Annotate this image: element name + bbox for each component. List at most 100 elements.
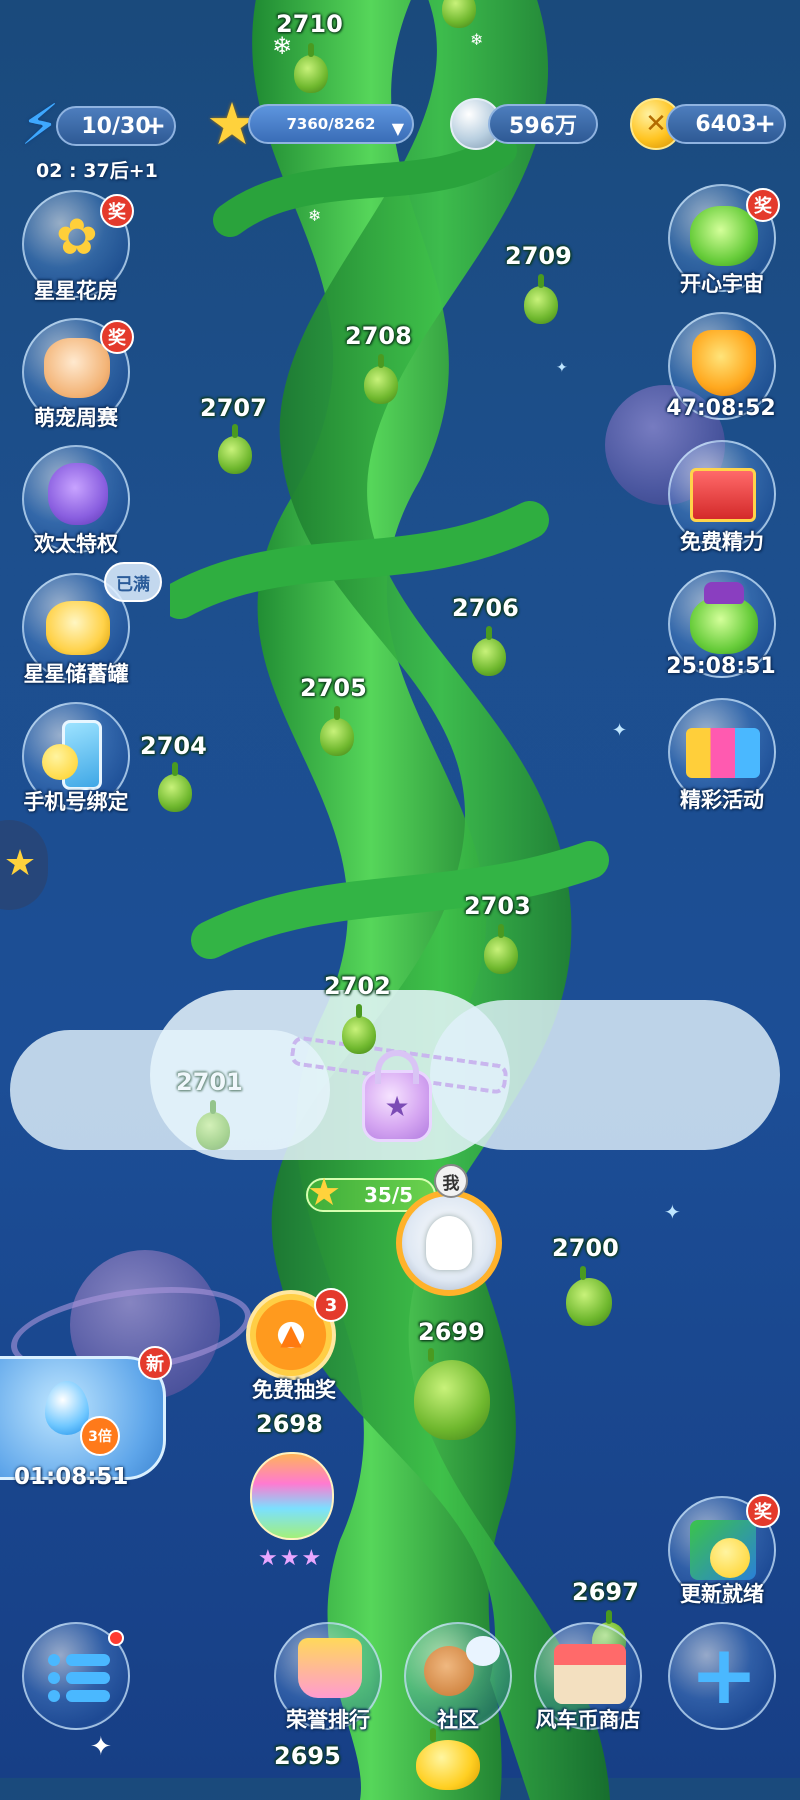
level-pod-2702[interactable] (342, 1004, 376, 1054)
new-badge: 新 (138, 1346, 172, 1380)
level-2701[interactable]: 2701 (176, 1068, 243, 1096)
level-pod-2701[interactable] (196, 1100, 230, 1150)
sparkle: ❄ (470, 30, 484, 49)
pet-weekly-label: 萌宠周赛 (34, 406, 118, 430)
level-2709[interactable]: 2709 (505, 242, 572, 270)
level-2707[interactable]: 2707 (200, 394, 267, 422)
level-pod-2695[interactable] (416, 1728, 480, 1790)
gift-box-icon (686, 728, 760, 778)
me-label: 我 (442, 1173, 460, 1194)
star-progress[interactable]: 7360/8262 ▼ (248, 104, 414, 144)
coin-value: 6403 (695, 111, 757, 137)
level-2699[interactable]: 2699 (418, 1318, 485, 1346)
side-star-tab[interactable]: ★ (0, 820, 48, 910)
player-avatar[interactable] (396, 1190, 502, 1296)
energy-value: 10/30 (81, 113, 151, 139)
level-2704[interactable]: 2704 (140, 732, 207, 760)
free-lottery-label: 免费抽奖 (252, 1378, 336, 1402)
level-pod-2699[interactable] (414, 1348, 490, 1440)
sparkle: ✦ (90, 1732, 112, 1762)
chick-icon (710, 1538, 750, 1578)
cat-icon (44, 338, 110, 398)
add-button[interactable]: + (668, 1622, 776, 1730)
star-icon: ★ (3, 842, 37, 884)
me-badge: 我 (434, 1164, 468, 1198)
free-energy-label: 免费精力 (680, 530, 764, 554)
piggybank-icon (46, 601, 110, 655)
hat-icon (704, 582, 744, 604)
level-2695[interactable]: 2695 (274, 1742, 341, 1770)
multiplier-badge: 3倍 (80, 1416, 120, 1456)
water-event-timer: 01:08:51 (14, 1464, 129, 1490)
level-pod-2708[interactable] (364, 354, 398, 404)
frog-hat-icon (690, 596, 758, 654)
wheel-icon: ▲ (280, 1317, 302, 1351)
level-2703[interactable]: 2703 (464, 892, 531, 920)
level-pod-2710[interactable] (294, 43, 328, 93)
level-pod-2705[interactable] (320, 706, 354, 756)
level-pod-2703[interactable] (484, 924, 518, 974)
crown-icon (298, 1638, 362, 1698)
energy-plus-icon[interactable]: + (144, 113, 166, 139)
level-pod-2707[interactable] (218, 424, 252, 474)
plus-icon: + (689, 1627, 759, 1723)
silver-counter[interactable]: 596万 (488, 104, 598, 144)
level-pod-2706[interactable] (472, 626, 506, 676)
energy-counter[interactable]: 10/30 + (56, 106, 176, 146)
list-icon (48, 1650, 110, 1706)
level-2708[interactable]: 2708 (345, 322, 412, 350)
sparkle: ✦ (612, 720, 628, 741)
sparkle: ❄ (272, 32, 293, 60)
level-2700[interactable]: 2700 (552, 1234, 619, 1262)
water-event-panel[interactable] (0, 1356, 166, 1480)
level-2702[interactable]: 2702 (324, 972, 391, 1000)
level-pod-2704[interactable] (158, 762, 192, 812)
energy-timer: 02 : 37后+1 (36, 160, 158, 182)
coin-counter[interactable]: 6403 + (666, 104, 786, 144)
gift-icon (690, 468, 756, 522)
ghost-icon (426, 1216, 472, 1270)
community-label: 社区 (437, 1708, 479, 1732)
honor-rank-label: 荣誉排行 (286, 1708, 370, 1732)
windmill-shop-label: 风车币商店 (535, 1708, 641, 1732)
star-piggybank-label: 星星储蓄罐 (23, 662, 129, 686)
frog-event-timer: 25:08:51 (666, 654, 776, 679)
update-ready-label: 更新就绪 (680, 1582, 764, 1606)
level-pod-2698[interactable] (250, 1452, 334, 1540)
sparkle: ✦ (556, 360, 568, 376)
star-flower-house-label: 星星花房 (34, 279, 118, 303)
reward-badge: 奖 (100, 320, 134, 354)
silver-value: 596万 (509, 114, 577, 139)
chick-icon (42, 744, 78, 780)
sparkle: ❄ (308, 206, 322, 225)
multiplier-text: 3倍 (88, 1429, 112, 1445)
level-pod-2709[interactable] (524, 274, 558, 324)
sparkle: ✦ (664, 1200, 681, 1224)
full-badge-text: 已满 (116, 574, 150, 595)
owl-icon (48, 463, 108, 525)
gate-star-value: 35/5 (364, 1183, 414, 1207)
notification-dot (108, 1630, 124, 1646)
star-progress-value: 7360/8262 (286, 115, 376, 133)
full-badge: 已满 (104, 562, 162, 602)
level-2698[interactable]: 2698 (256, 1410, 323, 1438)
coin-plus-icon[interactable]: + (754, 111, 776, 137)
level-2697[interactable]: 2697 (572, 1578, 639, 1606)
events-label: 精彩活动 (680, 788, 764, 812)
shield-icon (692, 330, 756, 396)
three-stars: ★★★ (258, 1546, 324, 1571)
reward-badge: 奖 (746, 1494, 780, 1528)
star-icon: ★ (306, 1170, 342, 1214)
shop-icon (554, 1644, 626, 1704)
phone-binding-label: 手机号绑定 (23, 790, 129, 814)
heytap-privilege-label: 欢太特权 (34, 532, 118, 556)
level-2706[interactable]: 2706 (452, 594, 519, 622)
level-2705[interactable]: 2705 (300, 674, 367, 702)
happy-universe-label: 开心宇宙 (680, 272, 764, 296)
chevron-down-icon[interactable]: ▼ (392, 116, 404, 142)
reward-badge: 奖 (746, 188, 780, 222)
level-pod-2700[interactable] (566, 1266, 612, 1326)
beanstalk (170, 0, 610, 1800)
reward-badge: 奖 (100, 194, 134, 228)
chat-icon (466, 1636, 500, 1666)
